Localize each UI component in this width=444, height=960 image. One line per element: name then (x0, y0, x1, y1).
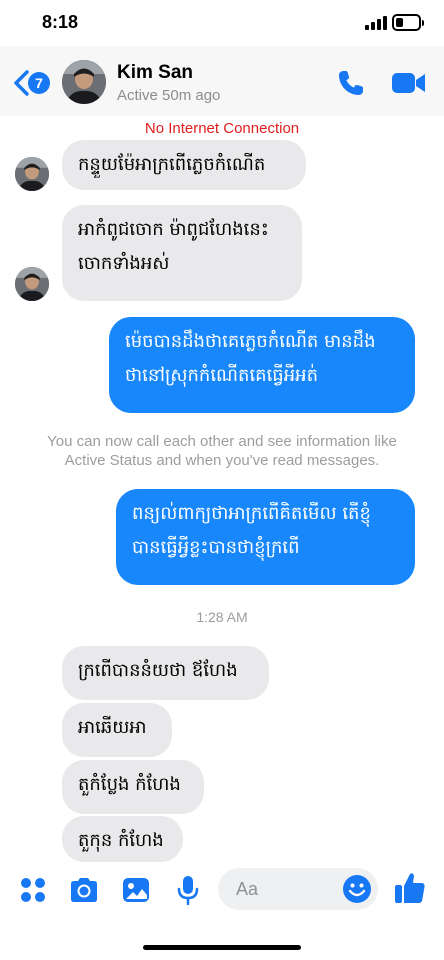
composer-bar: Aa (0, 862, 444, 918)
person-photo-icon (62, 60, 106, 104)
microphone-icon[interactable] (172, 874, 204, 906)
incoming-message-bubble[interactable]: កន្ទួយម៉ែអាក្រពើភ្លេចកំណើត (62, 140, 306, 190)
phone-call-icon[interactable] (336, 68, 366, 98)
home-indicator (143, 945, 301, 950)
like-icon[interactable] (393, 870, 427, 906)
person-photo-icon (15, 267, 49, 301)
contact-avatar[interactable] (62, 60, 106, 104)
video-call-icon[interactable] (391, 71, 427, 95)
system-note-line: You can now call each other and see info… (47, 433, 397, 450)
sender-avatar[interactable] (15, 157, 49, 191)
message-text: ក្រពើបាននំយថា ឪហែង (78, 660, 238, 681)
incoming-message-bubble[interactable]: ក្រពើបាននំយថា ឪហែង (62, 646, 269, 700)
message-text: ចោកទាំងអស់ (78, 253, 170, 274)
message-text: ម៉េចបានដឹងថាគេភ្លេចកំណើត មានដឹង (125, 331, 376, 352)
message-text: តួកំប្លែង កំហែង (78, 774, 181, 795)
status-bar: 8:18 (0, 0, 444, 46)
outgoing-message-bubble[interactable]: ម៉េចបានដឹងថាគេភ្លេចកំណើត មានដឹង ថានៅស្រុ… (109, 317, 415, 413)
message-text: បានធ្វើអ្វីខ្លះបានថាខ្ញុំក្រពើ (132, 537, 300, 558)
signal-icon (365, 16, 387, 30)
no-internet-banner: No Internet Connection (144, 120, 300, 137)
message-text: តួកុន កំហែង (78, 830, 164, 851)
outgoing-message-bubble[interactable]: ពន្យល់ពាក្យថាអាក្រពើគិតមើល តើខ្ញុំ បានធ្… (116, 489, 415, 585)
system-note: You can now call each other and see info… (0, 432, 444, 470)
message-input[interactable]: Aa (218, 868, 378, 910)
message-input-placeholder: Aa (236, 879, 259, 899)
sender-avatar[interactable] (15, 267, 49, 301)
message-text: ពន្យល់ពាក្យថាអាក្រពើគិតមើល តើខ្ញុំ (132, 503, 371, 524)
contact-name[interactable]: Kim San (117, 62, 193, 84)
battery-fill (396, 18, 403, 27)
message-text: អាកំពូជចោក ម៉ាពូជហែងនេះ (78, 219, 269, 240)
message-text: ថានៅស្រុកកំណើតគេធ្វើអីអត់ (125, 365, 319, 386)
incoming-message-bubble[interactable]: តួកំប្លែង កំហែង (62, 760, 204, 814)
camera-icon[interactable] (68, 874, 100, 906)
status-time: 8:18 (42, 12, 79, 32)
message-text: កន្ទួយម៉ែអាក្រពើភ្លេចកំណើត (78, 154, 266, 175)
message-text: អាឆើយអា (78, 717, 147, 738)
unread-count-badge[interactable]: 7 (28, 72, 50, 94)
incoming-message-bubble[interactable]: តួកុន កំហែង (62, 816, 183, 862)
apps-icon[interactable] (17, 874, 49, 906)
system-note-line: Active Status and when you've read messa… (64, 452, 380, 469)
incoming-message-bubble[interactable]: អាកំពូជចោក ម៉ាពូជហែងនេះ ចោកទាំងអស់ (62, 205, 302, 301)
conversation-header: 7 Kim San Active 50m ago (0, 46, 444, 116)
person-photo-icon (15, 157, 49, 191)
message-timestamp: 1:28 AM (196, 609, 248, 625)
battery-icon (392, 14, 424, 31)
incoming-message-bubble[interactable]: អាឆើយអា (62, 703, 172, 757)
emoji-icon[interactable] (342, 874, 372, 904)
contact-active-status: Active 50m ago (117, 87, 221, 104)
photo-icon[interactable] (120, 874, 152, 906)
